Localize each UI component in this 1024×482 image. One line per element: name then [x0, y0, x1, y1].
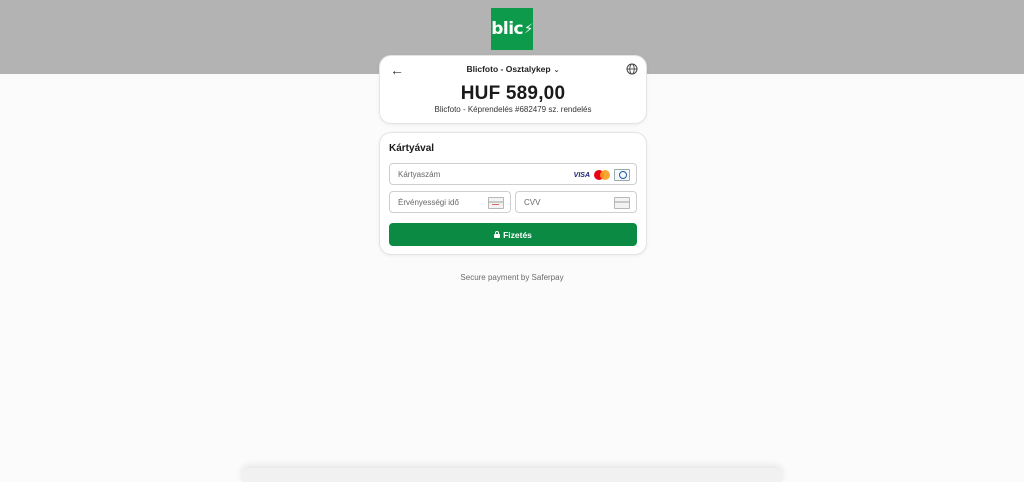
payment-amount: HUF 589,00: [460, 83, 566, 104]
cvv-card-icon: [614, 197, 630, 209]
globe-icon[interactable]: [626, 63, 638, 75]
blic-logo: blic ⚡: [491, 8, 533, 50]
pay-button-label: Fizetés: [503, 229, 532, 240]
pay-button[interactable]: Fizetés: [389, 223, 637, 246]
order-description: Blicfoto - Képrendelés #682479 sz. rende…: [434, 105, 592, 114]
cvv-field[interactable]: [515, 191, 637, 213]
lock-icon: [494, 231, 501, 238]
expiry-date-field[interactable]: [389, 191, 511, 213]
payment-method-title: Kártyával: [389, 143, 435, 154]
merchant-name: Blicfoto - Osztalykep: [466, 64, 551, 74]
secure-payment-note: Secure payment by Saferpay: [460, 273, 564, 282]
card-payment-form: Kártyával VISA Fizetés: [379, 132, 647, 255]
visa-icon: VISA: [573, 171, 590, 179]
chevron-down-icon: ⌄: [553, 67, 560, 74]
card-number-field[interactable]: VISA: [389, 163, 637, 185]
diners-club-icon: [614, 169, 630, 181]
card-brand-icons: VISA: [574, 169, 630, 181]
mastercard-icon: [594, 170, 610, 180]
bolt-icon: ⚡: [524, 21, 533, 37]
merchant-selector[interactable]: Blicfoto - Osztalykep ⌄: [380, 64, 646, 74]
expiry-card-icon: [488, 197, 504, 209]
order-summary-card: ← Blicfoto - Osztalykep ⌄ HUF 589,00 Blic…: [379, 55, 647, 124]
logo-text: blic: [491, 19, 524, 39]
bottom-panel-edge: [242, 468, 782, 482]
